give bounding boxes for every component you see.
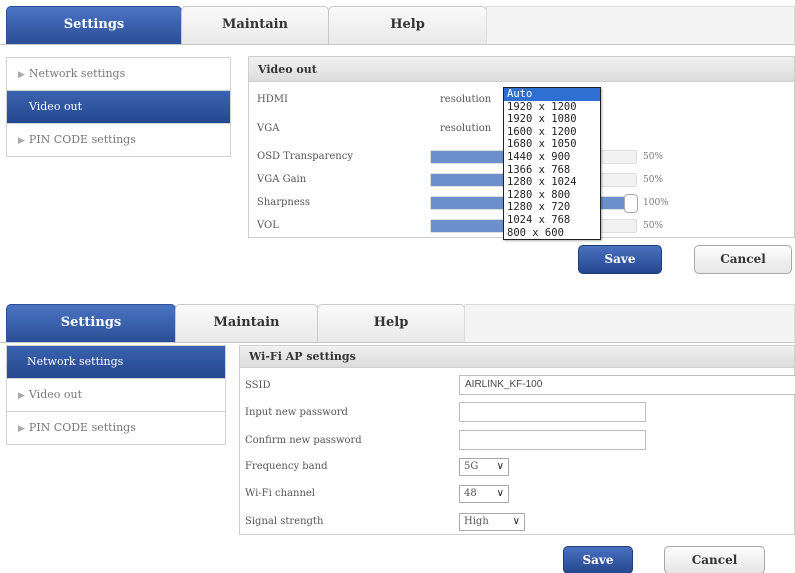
tab-bar: Settings Maintain Help — [0, 0, 795, 45]
tab-bar: Settings Maintain Help — [0, 298, 795, 343]
dropdown-option[interactable]: 1440 x 900 — [504, 151, 600, 164]
new-password-row: Input new password — [240, 402, 794, 424]
chevron-down-icon: ∨ — [512, 516, 520, 527]
sidebar-item-video-out[interactable]: Video out — [7, 91, 230, 124]
confirm-password-field[interactable] — [459, 430, 646, 450]
tab-divider — [0, 44, 795, 45]
cancel-button[interactable]: Cancel — [664, 546, 765, 573]
dropdown-option[interactable]: 1280 x 720 — [504, 201, 600, 214]
tab-bar-filler — [486, 6, 795, 44]
sidebar-item-label: Video out — [29, 100, 83, 113]
select-value: High — [464, 516, 489, 527]
tab-help[interactable]: Help — [328, 6, 487, 44]
dropdown-option[interactable]: 1366 x 768 — [504, 164, 600, 177]
sidebar-item-label: PIN CODE settings — [28, 133, 136, 146]
slider-value: 50% — [643, 221, 664, 231]
signal-strength-select[interactable]: High ∨ — [459, 513, 525, 531]
tab-settings[interactable]: Settings — [6, 304, 176, 342]
sidebar-item-video-out[interactable]: ▶ Video out — [7, 379, 225, 412]
hdmi-resolution-label: resolution — [440, 94, 492, 105]
slider-value: 100% — [643, 198, 669, 208]
slider-knob[interactable] — [624, 194, 638, 213]
tab-bar-filler — [464, 304, 795, 342]
dropdown-option[interactable]: Auto — [504, 88, 600, 101]
triangle-right-icon: ▶ — [18, 424, 25, 434]
sidebar-item-pin-code-settings[interactable]: ▶ PIN CODE settings — [7, 412, 225, 445]
wifi-ap-panel: Settings Maintain Help Network settings … — [0, 298, 795, 573]
slider-value: 50% — [643, 175, 664, 185]
wifi-channel-label: Wi-Fi channel — [245, 488, 315, 499]
dropdown-option[interactable]: 1920 x 1200 — [504, 101, 600, 114]
ssid-field[interactable]: AIRLINK_KF-100 — [459, 375, 795, 395]
sidebar-item-label: Network settings — [27, 355, 124, 368]
frequency-band-select[interactable]: 5G ∨ — [459, 458, 509, 476]
sidebar-item-label: Network settings — [28, 67, 126, 80]
slider-label: OSD Transparency — [257, 151, 353, 162]
confirm-password-row: Confirm new password — [240, 430, 794, 452]
confirm-password-label: Confirm new password — [245, 435, 362, 446]
slider-label: VGA Gain — [257, 174, 307, 185]
new-password-label: Input new password — [245, 407, 348, 418]
wifi-channel-select[interactable]: 48 ∨ — [459, 485, 509, 503]
sidebar-item-pin-code-settings[interactable]: ▶ PIN CODE settings — [7, 124, 230, 157]
wifi-channel-row: Wi-Fi channel 48 ∨ — [240, 483, 794, 505]
sidebar-item-label: PIN CODE settings — [28, 421, 136, 434]
triangle-right-icon: ▶ — [18, 391, 25, 401]
new-password-field[interactable] — [459, 402, 646, 422]
tab-settings[interactable]: Settings — [6, 6, 182, 44]
tab-maintain[interactable]: Maintain — [181, 6, 329, 44]
cancel-button[interactable]: Cancel — [694, 245, 792, 274]
triangle-right-icon: ▶ — [18, 70, 25, 80]
slider-value: 50% — [643, 152, 664, 162]
sidebar-item-label: Video out — [28, 388, 82, 401]
slider-label: VOL — [257, 220, 279, 231]
save-button[interactable]: Save — [578, 245, 662, 274]
dropdown-option[interactable]: 800 x 600 — [504, 227, 600, 240]
save-button[interactable]: Save — [563, 546, 633, 573]
ssid-label: SSID — [245, 380, 271, 391]
dropdown-option[interactable]: 1680 x 1050 — [504, 138, 600, 151]
sidebar: ▶ Network settings Video out ▶ PIN CODE se… — [6, 57, 231, 157]
resolution-dropdown-list[interactable]: Auto 1920 x 1200 1920 x 1080 1600 x 1200… — [503, 87, 601, 241]
dropdown-option[interactable]: 1920 x 1080 — [504, 113, 600, 126]
chevron-down-icon: ∨ — [496, 488, 504, 499]
dropdown-option[interactable]: 1024 x 768 — [504, 214, 600, 227]
select-value: 48 — [464, 488, 477, 499]
tab-maintain[interactable]: Maintain — [175, 304, 318, 342]
triangle-right-icon: ▶ — [18, 136, 25, 146]
hdmi-label: HDMI — [257, 94, 288, 105]
ssid-row: SSID AIRLINK_KF-100 — [240, 375, 795, 397]
frequency-band-row: Frequency band 5G ∨ — [240, 456, 794, 478]
sidebar-item-network-settings[interactable]: ▶ Network settings — [7, 58, 230, 91]
vga-resolution-label: resolution — [440, 123, 492, 134]
dropdown-option[interactable]: 1280 x 800 — [504, 189, 600, 202]
sidebar: Network settings ▶ Video out ▶ PIN CODE se… — [6, 345, 226, 445]
select-value: 5G — [464, 461, 479, 472]
slider-label: Sharpness — [257, 197, 311, 208]
chevron-down-icon: ∨ — [496, 461, 504, 472]
vga-label: VGA — [257, 123, 280, 134]
wifi-ap-content: Wi-Fi AP settings SSID AIRLINK_KF-100 In… — [239, 345, 795, 535]
section-header: Video out — [249, 57, 794, 82]
dropdown-option[interactable]: 1280 x 1024 — [504, 176, 600, 189]
section-header: Wi-Fi AP settings — [240, 346, 794, 368]
tab-help[interactable]: Help — [317, 304, 465, 342]
signal-strength-row: Signal strength High ∨ — [240, 511, 794, 533]
sidebar-item-network-settings[interactable]: Network settings — [7, 346, 225, 379]
video-out-panel: Settings Maintain Help ▶ Network settings… — [0, 0, 795, 290]
signal-strength-label: Signal strength — [245, 516, 324, 527]
tab-divider — [0, 342, 795, 343]
dropdown-option[interactable]: 1600 x 1200 — [504, 126, 600, 139]
frequency-band-label: Frequency band — [245, 461, 328, 472]
